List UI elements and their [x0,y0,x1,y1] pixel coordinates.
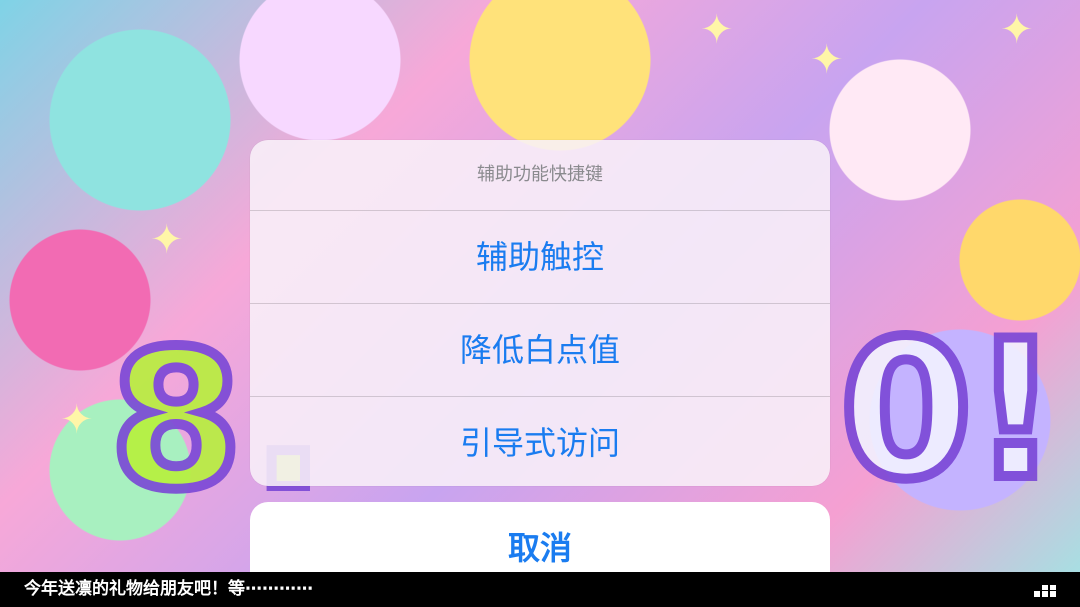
sparkle-icon: ✦ [700,7,734,53]
assistive-touch-option[interactable]: 辅助触控 [250,211,830,304]
marquee-bar: 今年送凛的礼物给朋友吧！等⋯⋯⋯⋯ [0,572,1080,607]
menu-bars-icon[interactable] [1034,585,1056,597]
sparkle-icon: ✦ [1000,7,1034,53]
sparkle-icon: ✦ [810,37,844,83]
guided-access-option[interactable]: 引导式访问 [250,397,830,486]
sheet-title: 辅助功能快捷键 [250,140,830,211]
background-graphic-right: 0! [835,295,1064,526]
marquee-text: 今年送凛的礼物给朋友吧！等⋯⋯⋯⋯ [24,579,313,599]
reduce-white-point-option[interactable]: 降低白点值 [250,304,830,397]
sparkle-icon: ✦ [60,397,94,443]
sparkle-icon: ✦ [150,217,184,263]
accessibility-shortcut-sheet: 辅助功能快捷键 辅助触控 降低白点值 引导式访问 [250,140,830,486]
